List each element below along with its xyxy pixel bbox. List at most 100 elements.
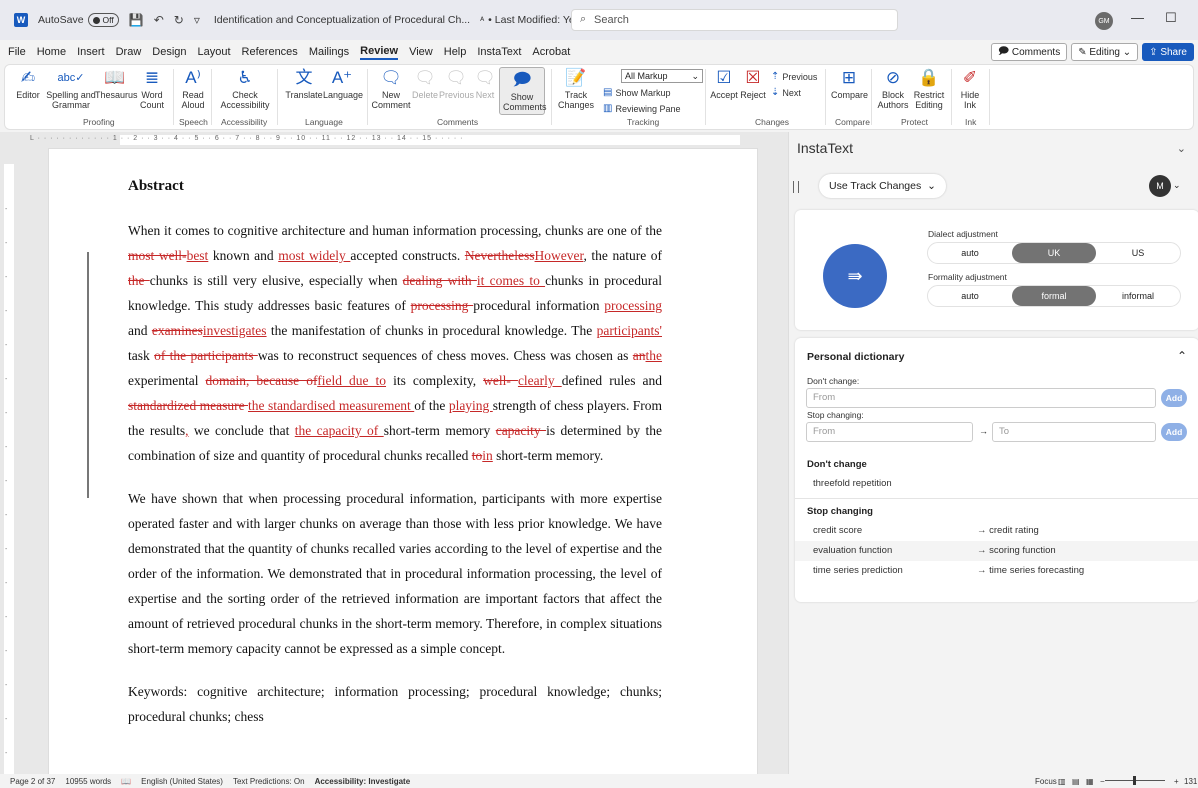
chevron-down-icon[interactable]: ⌄ [1173, 180, 1181, 191]
tracked-deletion[interactable]: examines [152, 323, 203, 338]
web-layout-icon[interactable]: ▦ [1086, 777, 1094, 786]
document-body[interactable]: Abstract When it comes to cognitive arch… [128, 175, 662, 747]
tracked-insertion[interactable]: the standardised measurement [248, 398, 414, 413]
stop-changing-to-input[interactable]: To [992, 422, 1156, 442]
tracked-deletion[interactable]: dealing with [403, 273, 477, 288]
dont-change-input[interactable]: From [806, 388, 1156, 408]
body-text[interactable]: task [128, 348, 154, 363]
spelling-grammar-button[interactable]: abc✓ Spelling and Grammar [45, 68, 97, 110]
tracked-deletion[interactable]: processing [411, 298, 474, 313]
body-text[interactable]: procedural information [473, 298, 604, 313]
tracked-insertion[interactable]: best [187, 248, 209, 263]
stop-changing-item[interactable]: evaluation function → scoring function [795, 541, 1198, 561]
accessibility-status[interactable]: Accessibility: Investigate [315, 777, 411, 786]
previous-change-button[interactable]: ⇡ Previous [771, 71, 817, 82]
redo-icon[interactable]: ↻ [174, 13, 184, 27]
reviewing-pane-button[interactable]: ▥ Reviewing Pane [603, 103, 681, 114]
tracked-insertion[interactable]: it comes to [477, 273, 545, 288]
reject-button[interactable]: ☒ Reject [739, 68, 767, 100]
body-text[interactable]: its complexity, [386, 373, 483, 388]
body-text[interactable]: short-term memory [384, 423, 496, 438]
next-comment-button[interactable]: 🗨 Next [473, 68, 497, 100]
abstract-paragraph-1[interactable]: When it comes to cognitive architecture … [128, 218, 662, 468]
pane-collapse-icon[interactable]: ⌄ [1177, 142, 1186, 155]
menu-home[interactable]: Home [37, 46, 66, 58]
tracked-deletion[interactable]: an [633, 348, 646, 363]
tracked-deletion[interactable]: the [128, 273, 150, 288]
show-comments-button[interactable]: 🗩 Show Comments [499, 67, 547, 115]
abstract-heading[interactable]: Abstract [128, 175, 662, 197]
markup-dropdown[interactable]: All Markup ⌄ [621, 69, 703, 83]
tracked-deletion[interactable]: Nevertheless [465, 248, 535, 263]
maximize-icon[interactable]: ☐ [1165, 10, 1177, 26]
zoom-slider-thumb[interactable] [1133, 776, 1136, 785]
dont-change-add-button[interactable]: Add [1161, 389, 1187, 407]
editing-button[interactable]: ✎ Editing ⌄ [1071, 43, 1139, 61]
accept-button[interactable]: ☑ Accept [709, 68, 739, 100]
body-text[interactable]: defined rules and [562, 373, 662, 388]
tracked-deletion[interactable]: domain, because of [206, 373, 318, 388]
document-title[interactable]: Identification and Conceptualization of … [214, 14, 470, 26]
mode-dropdown[interactable]: Use Track Changes ⌄ [819, 174, 946, 198]
tracked-insertion[interactable]: in [482, 448, 493, 463]
menu-mailings[interactable]: Mailings [309, 46, 349, 58]
proofing-icon[interactable]: 📖 [121, 777, 131, 786]
thesaurus-button[interactable]: 📖 Thesaurus [95, 68, 138, 100]
sensitivity-icon[interactable]: ᴬ [480, 15, 484, 25]
tracked-insertion[interactable]: clearly [518, 373, 562, 388]
formality-informal[interactable]: informal [1096, 286, 1180, 306]
tracked-insertion[interactable]: However [535, 248, 584, 263]
menu-view[interactable]: View [409, 46, 433, 58]
dialect-selector[interactable]: auto UK US [927, 242, 1181, 264]
body-text[interactable]: the manifestation of chunks in procedura… [267, 323, 597, 338]
minimize-icon[interactable]: — [1131, 10, 1144, 25]
print-layout-icon[interactable]: ▤ [1072, 777, 1080, 786]
track-changes-button[interactable]: 📝 Track Changes [557, 68, 595, 110]
menu-insert[interactable]: Insert [77, 46, 105, 58]
show-markup-button[interactable]: ▤ Show Markup [603, 87, 670, 98]
text-predictions[interactable]: Text Predictions: On [233, 777, 305, 786]
menu-design[interactable]: Design [152, 46, 186, 58]
stop-changing-item[interactable]: time series prediction → time series fore… [795, 561, 1198, 581]
next-change-button[interactable]: ⇣ Next [771, 87, 801, 98]
tracked-deletion[interactable]: of the participants [154, 348, 258, 363]
menu-layout[interactable]: Layout [198, 46, 231, 58]
user-avatar[interactable]: GM [1095, 12, 1113, 30]
chevron-up-icon[interactable]: ⌃ [1177, 349, 1187, 363]
menu-draw[interactable]: Draw [116, 46, 142, 58]
menu-references[interactable]: References [242, 46, 298, 58]
vertical-ruler[interactable]: ------------------ [0, 148, 18, 788]
menu-review[interactable]: Review [360, 45, 399, 60]
body-text[interactable]: chunks is still very elusive, especially… [150, 273, 403, 288]
new-comment-button[interactable]: 🗨 New Comment [371, 68, 411, 110]
document-page[interactable]: Abstract When it comes to cognitive arch… [48, 148, 758, 774]
language-status[interactable]: English (United States) [141, 777, 223, 786]
read-mode-icon[interactable]: ▥ [1058, 777, 1066, 786]
dialect-auto[interactable]: auto [928, 243, 1012, 263]
undo-icon[interactable]: ↶ [154, 13, 164, 27]
translate-button[interactable]: 文 Translate [283, 68, 325, 100]
comments-button[interactable]: 🗩 Comments [990, 43, 1068, 61]
save-icon[interactable]: 💾 [129, 13, 144, 27]
formality-auto[interactable]: auto [928, 286, 1012, 306]
menu-instatext[interactable]: InstaText [477, 46, 521, 58]
tracked-deletion[interactable]: most well- [128, 248, 187, 263]
search-input[interactable]: ⌕ Search [571, 9, 898, 31]
body-text[interactable]: When it comes to cognitive architecture … [128, 223, 662, 238]
improve-text-button[interactable]: ⇛ [823, 244, 887, 308]
formality-formal[interactable]: formal [1012, 286, 1096, 306]
menu-help[interactable]: Help [444, 46, 467, 58]
body-text[interactable]: known and [208, 248, 278, 263]
tracked-insertion[interactable]: processing [604, 298, 662, 313]
drag-handle-icon[interactable] [793, 181, 799, 193]
tracked-insertion[interactable]: field due to [317, 373, 386, 388]
editor-button[interactable]: ✍ Editor [13, 68, 43, 100]
formality-selector[interactable]: auto formal informal [927, 285, 1181, 307]
dialect-uk[interactable]: UK [1012, 243, 1096, 263]
body-text[interactable]: accepted constructs. [350, 248, 464, 263]
tracked-insertion[interactable]: the [646, 348, 663, 363]
zoom-in-icon[interactable]: + [1174, 777, 1179, 786]
tracked-insertion[interactable]: playing [449, 398, 493, 413]
keywords-paragraph[interactable]: Keywords: cognitive architecture; inform… [128, 679, 662, 729]
customize-toolbar-icon[interactable]: ▿ [194, 13, 200, 27]
